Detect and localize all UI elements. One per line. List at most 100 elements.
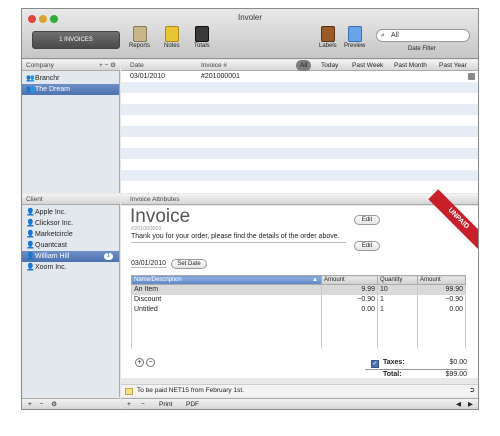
preview-label: Preview bbox=[344, 43, 366, 49]
window-title: Involer bbox=[237, 13, 262, 22]
edit-button-header[interactable]: Edit bbox=[354, 215, 380, 225]
taxes-label: Taxes: bbox=[383, 359, 405, 366]
invoice-date: 03/01/2010 bbox=[130, 73, 166, 80]
person-icon: 👤 bbox=[26, 253, 35, 260]
line-item-row[interactable]: Discount −0.90 1 −0.90 bbox=[131, 294, 466, 305]
column-total[interactable]: Amount bbox=[417, 275, 466, 285]
item-qty: 1 bbox=[377, 294, 418, 305]
client-name: Quantcast bbox=[35, 242, 67, 249]
add-item-icon[interactable]: + bbox=[135, 358, 144, 367]
empty-table-space bbox=[131, 314, 466, 349]
reports-icon bbox=[132, 26, 147, 42]
next-arrow-icon[interactable]: ▶ bbox=[468, 399, 473, 409]
client-item[interactable]: 👤Apple Inc. bbox=[22, 207, 119, 218]
company-name: The Dream bbox=[35, 86, 71, 93]
note-bar[interactable]: To be paid NET15 from February 1st. ➲ bbox=[121, 384, 478, 397]
set-date-button[interactable]: Set Date bbox=[171, 259, 207, 269]
item-qty: 10 bbox=[377, 284, 418, 295]
client-item[interactable]: 👤Xoom Inc. bbox=[22, 262, 119, 273]
edit-button-message[interactable]: Edit bbox=[354, 241, 380, 251]
remove-item-icon[interactable]: − bbox=[146, 358, 155, 367]
note-arrow-icon[interactable]: ➲ bbox=[469, 385, 475, 397]
note-icon bbox=[125, 388, 133, 395]
notes-label: Notes bbox=[164, 43, 180, 49]
client-header: Client bbox=[22, 194, 120, 205]
company-controls[interactable]: + − ⚙ bbox=[99, 60, 116, 71]
client-list: 👤Apple Inc. 👤Clicksor Inc. 👤Marketcircle… bbox=[22, 205, 120, 397]
client-name: William Hill bbox=[35, 253, 70, 260]
filter-past-week[interactable]: Past Week bbox=[352, 60, 383, 71]
client-controls[interactable]: + − ⚙ bbox=[28, 399, 57, 409]
line-item-row[interactable]: An Item 9.99 10 99.90 bbox=[131, 284, 466, 295]
column-label: Name/Description bbox=[134, 277, 182, 283]
totals-label: Totals bbox=[194, 43, 210, 49]
invoice-document: UNPAID Invoice #201000001 Thank you for … bbox=[121, 189, 478, 378]
labels-button[interactable]: Labels bbox=[319, 26, 337, 49]
item-name: Discount bbox=[131, 294, 322, 305]
empty-row bbox=[121, 170, 478, 181]
invoice-bottom-bar: + − Print PDF ◀ ▶ bbox=[121, 398, 478, 409]
previous-arrow-icon[interactable]: ◀ bbox=[456, 399, 461, 409]
notes-button[interactable]: Notes bbox=[164, 26, 180, 49]
company-list: 👥Branchr 👥The Dream bbox=[22, 71, 120, 193]
filter-past-month[interactable]: Past Month bbox=[394, 60, 427, 71]
empty-row bbox=[121, 148, 478, 159]
filter-today[interactable]: Today bbox=[321, 60, 338, 71]
empty-row bbox=[121, 126, 478, 137]
line-items-table: Name/Description ▲ Amount Quantity Amount An… bbox=[131, 275, 466, 349]
company-header-label: Company bbox=[26, 62, 54, 69]
invoice-status-icon bbox=[468, 73, 475, 80]
company-icon: 👥 bbox=[26, 75, 35, 82]
company-item-the-dream[interactable]: 👥The Dream bbox=[22, 84, 119, 95]
calculator-icon bbox=[194, 26, 209, 42]
invoice-number: #201000001 bbox=[201, 73, 240, 80]
column-invoice-number[interactable]: Invoice # bbox=[201, 60, 227, 71]
item-amount: −0.90 bbox=[321, 294, 378, 305]
pdf-button[interactable]: PDF bbox=[186, 399, 199, 409]
item-total: −0.90 bbox=[417, 294, 466, 305]
preview-button[interactable]: Preview bbox=[344, 26, 365, 49]
invoice-row[interactable]: 03/01/2010 #201000001 bbox=[121, 71, 478, 82]
filter-all[interactable]: All bbox=[296, 60, 312, 71]
column-date[interactable]: Date bbox=[130, 60, 144, 71]
client-bottom-bar: + − ⚙ bbox=[22, 398, 120, 409]
app-window: Involer 1 INVOICES Reports Notes Totals … bbox=[21, 8, 479, 410]
invoices-count-button[interactable]: 1 INVOICES bbox=[32, 31, 120, 49]
taxes-value: $0.00 bbox=[449, 359, 467, 366]
remove-invoice-button[interactable]: − bbox=[141, 399, 145, 409]
company-name: Branchr bbox=[35, 75, 60, 82]
client-name: Xoom Inc. bbox=[35, 264, 67, 271]
column-amount[interactable]: Amount bbox=[321, 275, 378, 285]
column-quantity[interactable]: Quantity bbox=[377, 275, 418, 285]
labels-icon bbox=[320, 26, 335, 42]
client-name: Clicksor Inc. bbox=[35, 220, 74, 227]
column-name-description[interactable]: Name/Description ▲ bbox=[131, 275, 322, 285]
invoice-date-value: 03/01/2010 bbox=[131, 260, 167, 268]
search-input[interactable]: ⌕ All bbox=[376, 29, 470, 42]
toolbar: Involer 1 INVOICES Reports Notes Totals … bbox=[22, 9, 478, 59]
search-icon: ⌕ bbox=[381, 32, 385, 39]
totals-button[interactable]: Totals bbox=[194, 26, 210, 49]
reports-label: Reports bbox=[129, 43, 151, 49]
taxes-checkbox[interactable]: ✓ bbox=[371, 360, 379, 368]
client-item[interactable]: 👤Clicksor Inc. bbox=[22, 218, 119, 229]
invoice-title: Invoice bbox=[130, 206, 191, 227]
invoice-message[interactable]: Thank you for your order, please find th… bbox=[131, 232, 346, 243]
add-invoice-button[interactable]: + bbox=[127, 399, 131, 409]
item-amount: 0.00 bbox=[321, 304, 378, 315]
item-total: 99.90 bbox=[417, 284, 466, 295]
item-qty: 1 bbox=[377, 304, 418, 315]
client-item[interactable]: 👤Quantcast bbox=[22, 240, 119, 251]
filter-past-year[interactable]: Past Year bbox=[439, 60, 467, 71]
client-item-selected[interactable]: 👤William Hill 1 bbox=[22, 251, 119, 262]
date-filter-label: Date Filter bbox=[408, 46, 436, 52]
empty-row bbox=[121, 82, 478, 93]
notes-icon bbox=[164, 26, 179, 42]
empty-row bbox=[121, 104, 478, 115]
client-item[interactable]: 👤Marketcircle bbox=[22, 229, 119, 240]
total-label: Total: bbox=[383, 371, 402, 378]
print-button[interactable]: Print bbox=[159, 399, 172, 409]
line-item-row[interactable]: Untitled 0.00 1 0.00 bbox=[131, 304, 466, 315]
reports-button[interactable]: Reports bbox=[129, 26, 150, 49]
company-item-branchr[interactable]: 👥Branchr bbox=[22, 73, 119, 84]
